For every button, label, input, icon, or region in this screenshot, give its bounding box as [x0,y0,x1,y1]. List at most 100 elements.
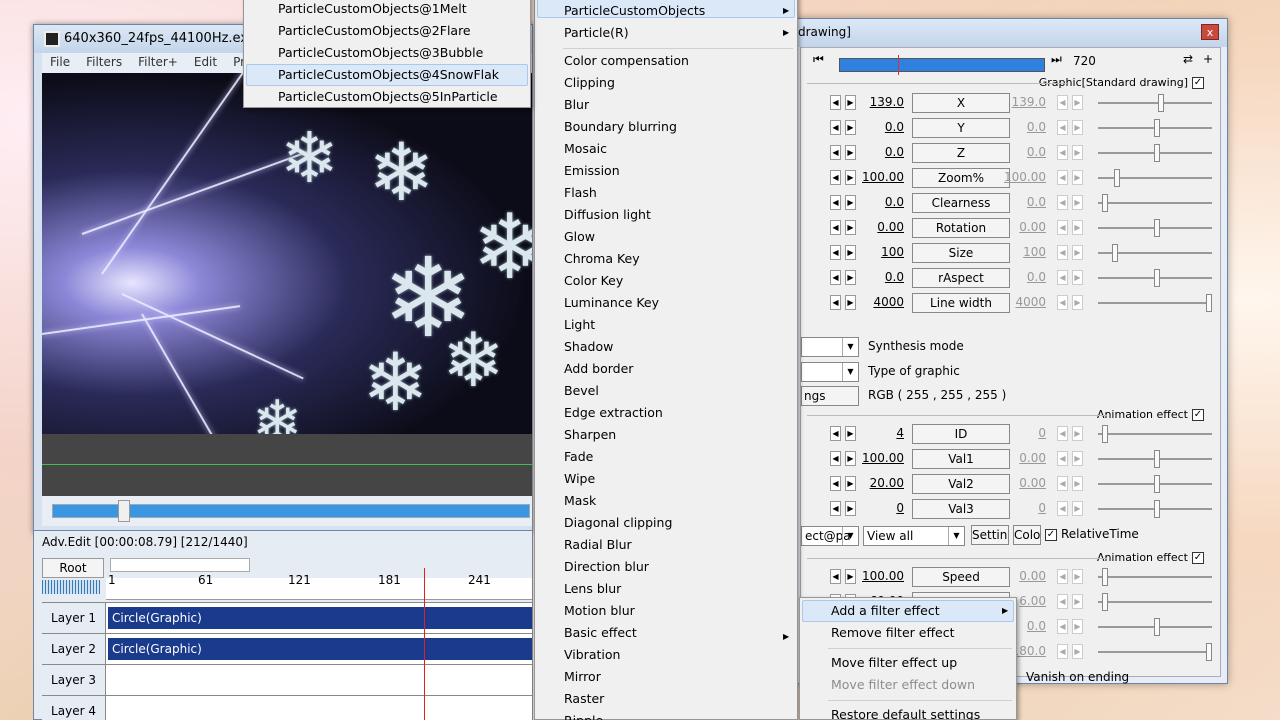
parameter-start-value[interactable]: 100.00 [856,569,904,583]
parameter-end-value[interactable]: 0.0 [998,270,1046,284]
root-button[interactable]: Root [42,558,104,578]
view-select[interactable]: View all ▼ [863,526,965,546]
decrement-arrow-icon[interactable]: ◀ [830,569,841,584]
filter-menu-item[interactable]: Vibration [564,647,620,662]
parameter-slider[interactable] [1098,269,1212,287]
parameter-start-value[interactable]: 4000 [856,295,904,309]
decrement-arrow-icon[interactable]: ◀ [830,501,841,516]
parameter-slider[interactable] [1098,643,1212,661]
filter-menu-item[interactable]: Mask [564,493,596,508]
decrement-arrow-icon[interactable]: ◀ [830,245,841,260]
decrement-arrow-icon[interactable]: ◀ [830,220,841,235]
filter-menu-item[interactable]: Wipe [564,471,595,486]
filter-menu-item[interactable]: Basic effect [564,625,637,640]
filter-menu-item[interactable]: Luminance Key [564,295,659,310]
increment-arrow-icon[interactable]: ▶ [845,569,856,584]
zoom-scale[interactable] [42,580,100,594]
parameter-end-value[interactable]: 0.0 [998,145,1046,159]
slider-thumb[interactable] [1102,593,1108,611]
filter-menu-item[interactable]: Shadow [564,339,613,354]
decrement-arrow-icon[interactable]: ◀ [830,145,841,160]
graphic-type-select[interactable]: ▼ [801,362,859,382]
color-button[interactable]: Colo [1013,525,1041,545]
layer-lane[interactable] [106,665,532,695]
parameter-name-button[interactable]: Z [912,143,1010,163]
parameter-start-value[interactable]: 0 [856,501,904,515]
parameter-start-value[interactable]: 0.0 [856,120,904,134]
parameter-name-button[interactable]: Rotation [912,218,1010,238]
filter-menu-item[interactable]: Motion blur [564,603,635,618]
filter-menu-item[interactable]: Clipping [564,75,615,90]
increment-arrow-icon[interactable]: ▶ [845,270,856,285]
increment-arrow-icon[interactable]: ▶ [845,170,856,185]
filter-menu-item[interactable]: Fade [564,449,593,464]
decrement-arrow-icon[interactable]: ◀ [830,476,841,491]
filter-menu-item[interactable]: Light [564,317,595,332]
parameter-name-button[interactable]: Clearness [912,193,1010,213]
parameter-name-button[interactable]: Val1 [912,449,1010,469]
decrement-arrow-icon[interactable]: ◀ [830,295,841,310]
relative-time-checkbox[interactable]: ✓ RelativeTime [1045,527,1139,541]
increment-arrow-icon[interactable]: ▶ [845,95,856,110]
synthesis-select[interactable]: ▼ [801,337,859,357]
parameter-end-value[interactable]: 0.00 [998,451,1046,465]
layer-label[interactable]: Layer 3 [42,665,106,695]
filter-menu-item[interactable]: Lens blur [564,581,621,596]
section-checkbox[interactable]: ✓ [1192,409,1204,421]
parameter-start-value[interactable]: 0.0 [856,270,904,284]
add-icon[interactable]: + [1203,52,1213,66]
filter-menu-item[interactable]: Diagonal clipping [564,515,672,530]
layer-label[interactable]: Layer 2 [42,634,106,664]
parameter-start-value[interactable]: 139.0 [856,95,904,109]
decrement-arrow-icon[interactable]: ◀ [830,120,841,135]
seek-thumb[interactable] [118,500,130,522]
submenu-item-selected[interactable]: ParticleCustomObjects@4SnowFlak [278,67,499,82]
filter-menu-item[interactable]: Raster [564,691,604,706]
setting-button[interactable]: Setting [971,525,1009,545]
parameter-name-button[interactable]: Val2 [912,474,1010,494]
parameter-name-button[interactable]: Speed [912,567,1010,587]
parameter-start-value[interactable]: 0.0 [856,145,904,159]
slider-thumb[interactable] [1154,618,1160,636]
decrement-arrow-icon[interactable]: ◀ [830,270,841,285]
restore-default-item[interactable]: Restore default settings [831,707,980,720]
split-icon[interactable]: ⇄ [1183,52,1193,66]
increment-arrow-icon[interactable]: ▶ [845,426,856,441]
section-checkbox[interactable]: ✓ [1192,552,1204,564]
menu-item-particle-custom-objects[interactable]: ParticleCustomObjects [564,3,705,18]
rewind-icon[interactable]: ⏮ [813,52,824,67]
timeline-scrollbar[interactable] [110,558,250,572]
menu-file[interactable]: File [42,53,78,73]
parameter-slider[interactable] [1098,618,1212,636]
parameter-start-value[interactable]: 0.00 [856,220,904,234]
increment-arrow-icon[interactable]: ▶ [845,451,856,466]
filter-menu-item[interactable]: Boundary blurring [564,119,677,134]
filter-menu-item[interactable]: Blur [564,97,589,112]
slider-thumb[interactable] [1112,244,1118,262]
filter-menu-item[interactable]: Glow [564,229,595,244]
increment-arrow-icon[interactable]: ▶ [845,195,856,210]
parameter-start-value[interactable]: 4 [856,426,904,440]
filter-menu-item[interactable]: Add border [564,361,633,376]
filter-menu-item[interactable]: Chroma Key [564,251,640,266]
parameter-slider[interactable] [1098,244,1212,262]
submenu-item[interactable]: ParticleCustomObjects@5InParticle [278,89,498,104]
submenu-item[interactable]: ParticleCustomObjects@1Melt [278,1,467,16]
parameter-slider[interactable] [1098,94,1212,112]
slider-thumb[interactable] [1206,294,1212,312]
filter-menu-item[interactable]: Emission [564,163,620,178]
increment-arrow-icon[interactable]: ▶ [845,245,856,260]
increment-arrow-icon[interactable]: ▶ [845,501,856,516]
timeline-clip[interactable]: Circle(Graphic) [108,607,532,629]
parameter-end-value[interactable]: 4000 [998,295,1046,309]
menu-item-particle-r[interactable]: Particle(R) [564,25,629,40]
filter-menu-item[interactable]: Color compensation [564,53,689,68]
filter-menu-item[interactable]: Bevel [564,383,599,398]
parameter-slider[interactable] [1098,568,1212,586]
filter-menu-item[interactable]: Radial Blur [564,537,632,552]
settings-titlebar[interactable]: drawing] x [796,19,1227,47]
layer-lane[interactable] [106,696,532,720]
parameter-end-value[interactable]: 0.00 [998,476,1046,490]
layer-lane[interactable]: Circle(Graphic) [106,634,532,664]
filter-menu-item[interactable]: Color Key [564,273,623,288]
